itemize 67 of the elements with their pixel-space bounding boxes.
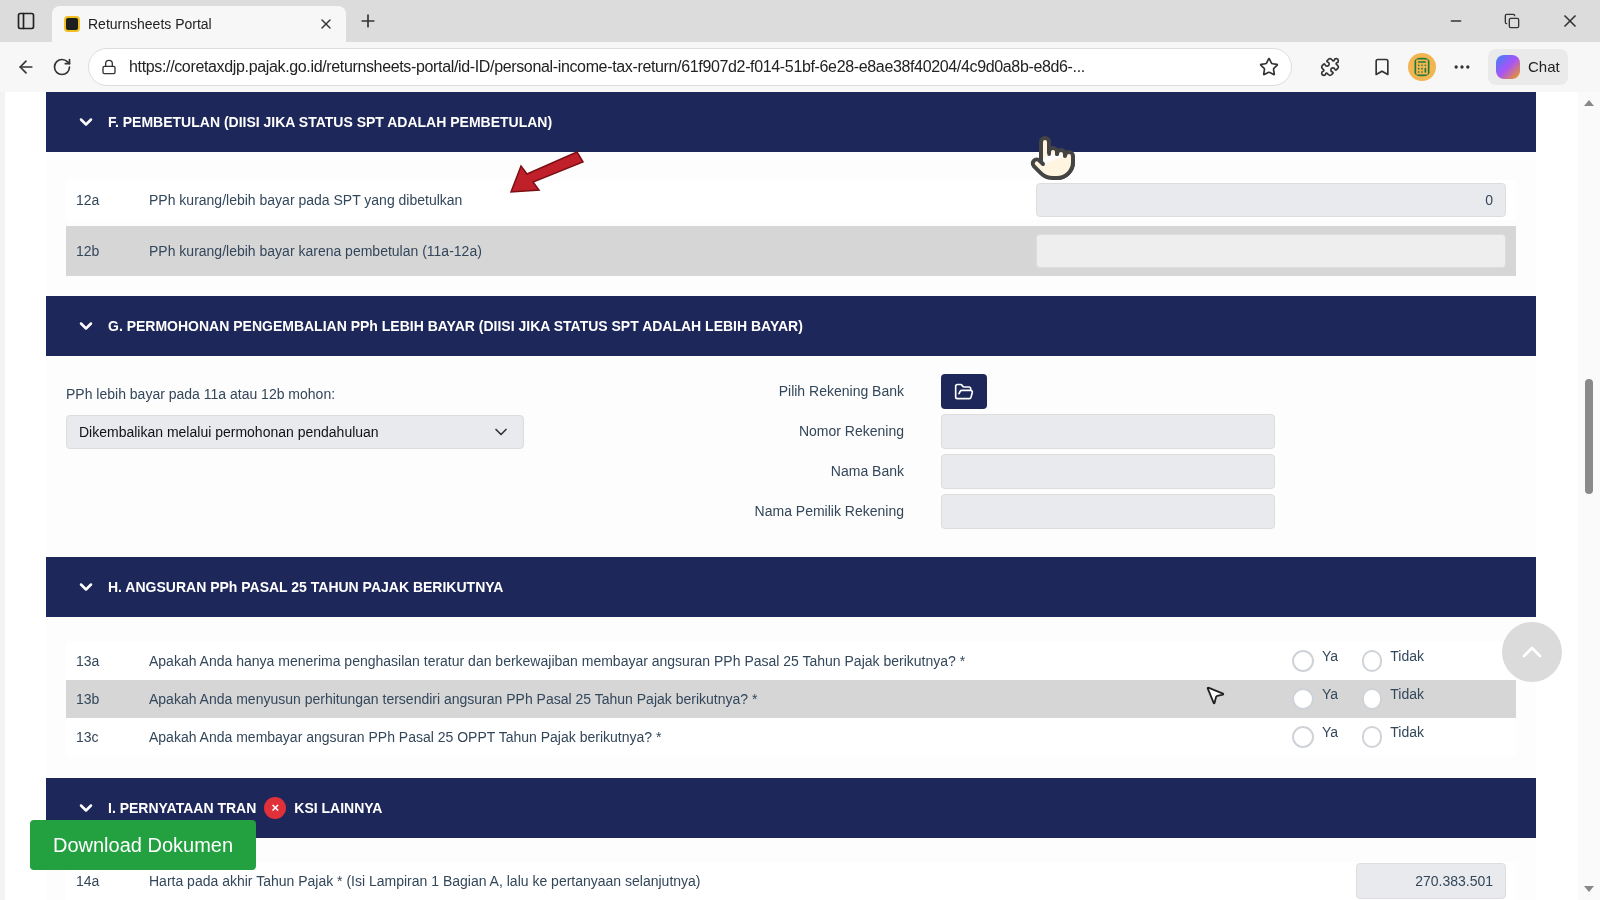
radio-label: Ya xyxy=(1322,723,1339,742)
field-label: PPh lebih bayar pada 11a atau 12b mohon: xyxy=(66,385,337,404)
restore-icon[interactable] xyxy=(1504,13,1520,29)
sidebar-icon[interactable] xyxy=(16,11,36,31)
section-header[interactable]: F. PEMBETULAN (DIISI JIKA STATUS SPT ADALAH PEMBETULAN) xyxy=(46,92,1536,152)
radio-label: Tidak xyxy=(1390,723,1424,742)
field-label: Nomor Rekening xyxy=(798,422,904,441)
row-label: Apakah Anda hanya menerima penghasilan teratur dan berkewajiban membayar angsuran PPh Pasal 25 Tahun Pajak berikutnya? * xyxy=(149,651,966,671)
field-label: Nama Pemilik Rekening xyxy=(754,502,904,521)
radio-button[interactable] xyxy=(1362,726,1383,748)
reload-icon[interactable] xyxy=(52,57,72,77)
close-badge[interactable]: × xyxy=(264,797,287,819)
section-title: I. PERNYATAAN TRAN xyxy=(108,798,257,818)
open-folder-button[interactable] xyxy=(941,374,987,409)
calculator-icon[interactable] xyxy=(1408,53,1436,81)
field-label: Nama Bank xyxy=(830,462,904,481)
text-field[interactable] xyxy=(941,494,1275,529)
text-field[interactable] xyxy=(941,454,1275,489)
row-label: Apakah Anda menyusun perhitungan tersendiri angsuran PPh Pasal 25 Tahun Pajak berikutnya? * xyxy=(149,689,758,709)
lock-icon xyxy=(101,59,117,75)
section-header[interactable]: H. ANGSURAN PPh PASAL 25 TAHUN PAJAK BERIKUTNYA xyxy=(46,557,1536,617)
radio-button[interactable] xyxy=(1292,650,1314,672)
radio-button[interactable] xyxy=(1362,688,1383,710)
radio-label: Tidak xyxy=(1390,647,1424,666)
row-number: 12a xyxy=(76,190,101,210)
hand-pointer-icon xyxy=(1029,134,1077,182)
row-label: PPh kurang/lebih bayar pada SPT yang dibetulkan xyxy=(149,190,463,210)
extensions-icon[interactable] xyxy=(1320,57,1340,77)
field-label: Pilih Rekening Bank xyxy=(778,382,904,401)
text-field[interactable] xyxy=(941,414,1275,449)
section-title: G. PERMOHONAN PENGEMBALIAN PPh LEBIH BAYAR (DIISI JIKA STATUS SPT ADALAH LEBIH BAYAR) xyxy=(108,316,803,336)
url-text: https://coretaxdjp.pajak.go.id/returnsheets-portal/id-ID/personal-income-tax-return/61f907d2-f014-51bf-6e28-e8ae38f40204/4c9d0a8b-e8d6-... xyxy=(129,57,1086,77)
address-bar[interactable]: https://coretaxdjp.pajak.go.id/returnsheets-portal/id-ID/personal-income-tax-return/61f907d2-f014-51bf-6e28-e8ae38f40204/4c9d0a8b-e8d6-... xyxy=(88,48,1292,86)
amount-field[interactable]: 0 xyxy=(1036,183,1506,217)
browser-tab[interactable]: Returnsheets Portal xyxy=(52,6,346,42)
amount-field[interactable]: 270.383.501 xyxy=(1356,863,1506,899)
section-title: F. PEMBETULAN (DIISI JIKA STATUS SPT ADALAH PEMBETULAN) xyxy=(108,112,553,132)
radio-label: Tidak xyxy=(1390,685,1424,704)
radio-button[interactable] xyxy=(1292,688,1314,710)
row-number: 12b xyxy=(76,241,101,261)
row-label: PPh kurang/lebih bayar karena pembetulan (11a-12a) xyxy=(149,241,482,261)
tab-favicon-icon xyxy=(64,16,80,32)
section-header[interactable]: I. PERNYATAAN TRAN × KSI LAINNYA xyxy=(46,778,1536,838)
star-icon[interactable] xyxy=(1259,57,1279,77)
refund-select[interactable]: Dikembalikan melalui permohonan pendahuluan xyxy=(66,415,524,449)
row-label: Apakah Anda membayar angsuran PPh Pasal 25 OPPT Tahun Pajak berikutnya? * xyxy=(149,727,662,747)
scroll-up-icon[interactable] xyxy=(1584,100,1594,106)
row-number: 14a xyxy=(76,871,101,891)
scroll-down-icon[interactable] xyxy=(1584,886,1594,892)
section-title: KSI LAINNYA xyxy=(294,798,383,818)
row-number: 13a xyxy=(76,651,101,671)
row-label: Harta pada akhir Tahun Pajak * (Isi Lampiran 1 Bagian A, lalu ke pertanyaan selanjutnya) xyxy=(149,871,701,891)
folder-open-icon xyxy=(954,381,974,402)
section-title: H. ANGSURAN PPh PASAL 25 TAHUN PAJAK BERIKUTNYA xyxy=(108,577,504,597)
row-number: 13c xyxy=(76,727,100,747)
scrollbar-thumb[interactable] xyxy=(1585,378,1593,494)
section-header[interactable]: G. PERMOHONAN PENGEMBALIAN PPh LEBIH BAYAR (DIISI JIKA STATUS SPT ADALAH LEBIH BAYAR) xyxy=(46,296,1536,356)
chat-button[interactable]: Chat xyxy=(1488,49,1568,85)
mouse-cursor-icon xyxy=(1204,684,1226,706)
radio-button[interactable] xyxy=(1292,726,1314,748)
amount-field[interactable] xyxy=(1036,234,1506,268)
tab-title: Returnsheets Portal xyxy=(88,14,213,34)
radio-label: Ya xyxy=(1322,647,1339,666)
radio-button[interactable] xyxy=(1362,650,1383,672)
favorites-icon[interactable] xyxy=(1372,57,1392,77)
radio-label: Ya xyxy=(1322,685,1339,704)
row-number: 13b xyxy=(76,689,101,709)
